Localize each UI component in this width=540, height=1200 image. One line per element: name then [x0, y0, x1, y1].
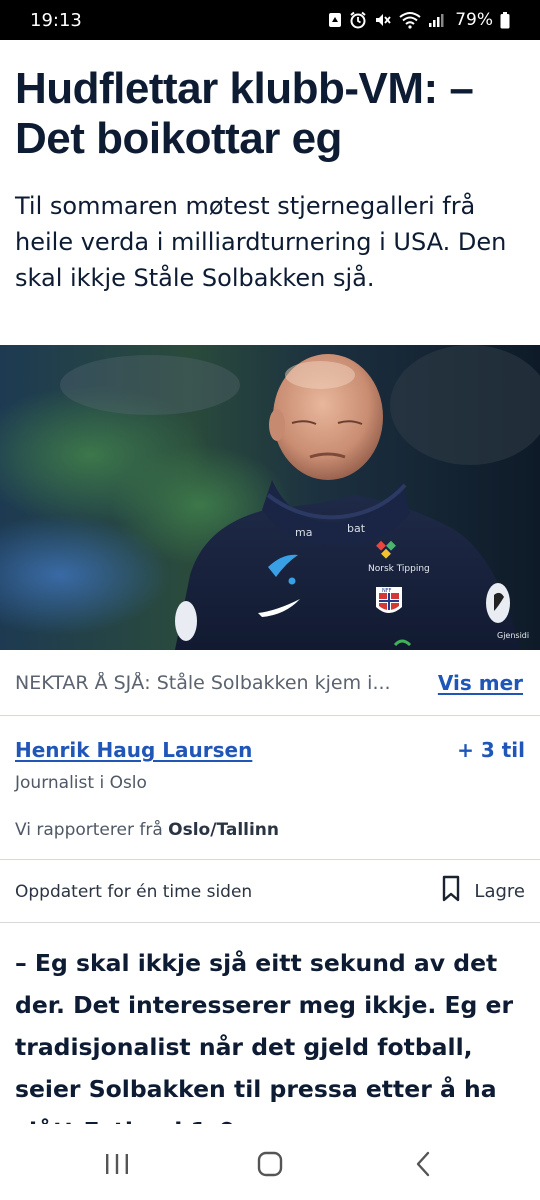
battery-percent: 79%	[455, 10, 493, 30]
author-link[interactable]: Henrik Haug Laursen	[15, 738, 252, 762]
article-body: – Eg skal ikkje sjå eitt sekund av det d…	[15, 949, 514, 1124]
updated-timestamp: Oppdatert for én time siden	[15, 882, 253, 902]
battery-icon	[500, 11, 510, 29]
wifi-icon	[399, 11, 421, 29]
more-authors-button[interactable]: + 3 til	[457, 738, 525, 762]
caption-show-more-link[interactable]: Vis mer	[438, 671, 523, 695]
sponsor-text: Norsk Tipping	[368, 564, 430, 574]
signal-icon	[428, 12, 444, 28]
status-bar: 19:13 79%	[0, 0, 540, 40]
back-icon[interactable]	[393, 1134, 453, 1194]
alarm-icon	[349, 11, 367, 29]
mute-icon	[374, 11, 392, 29]
reporting-location: Vi rapporterer frå Oslo/Tallinn	[15, 820, 279, 840]
image-caption-row: NEKTAR Å SJÅ: Ståle Solbakken kjem i... …	[0, 650, 540, 716]
article-headline: Hudflettar klubb-VM: – Det boikottar eg	[15, 64, 474, 163]
home-icon[interactable]	[240, 1134, 300, 1194]
status-icons: 79%	[328, 10, 510, 30]
article-lead: Til sommaren møtest stjernegalleri frå h…	[15, 192, 507, 292]
reporting-prefix: Vi rapporterer frå	[15, 820, 163, 840]
reporting-place: Oslo/Tallinn	[168, 820, 280, 840]
author-role: Journalist i Oslo	[15, 773, 147, 793]
bookmark-icon	[442, 875, 460, 908]
badge-text: NFF	[382, 588, 392, 594]
jacket-text-left: ma	[295, 526, 312, 539]
hero-photo: ma bat Norsk Tipping NFF Gjensidi	[0, 345, 540, 650]
notification-icon	[328, 12, 342, 28]
nff-badge: NFF	[376, 587, 402, 613]
divider	[0, 922, 540, 923]
save-label: Lagre	[474, 880, 525, 902]
divider	[0, 859, 540, 860]
system-nav-bar	[0, 1128, 540, 1200]
jacket-text-right: bat	[347, 522, 366, 535]
recent-apps-icon[interactable]	[87, 1134, 147, 1194]
image-caption: NEKTAR Å SJÅ: Ståle Solbakken kjem i...	[15, 671, 391, 694]
article-hero-image[interactable]: ma bat Norsk Tipping NFF Gjensidi	[0, 345, 540, 650]
sleeve-text: Gjensidi	[497, 631, 529, 640]
save-article-button[interactable]: Lagre	[442, 875, 525, 907]
status-time: 19:13	[30, 9, 82, 31]
